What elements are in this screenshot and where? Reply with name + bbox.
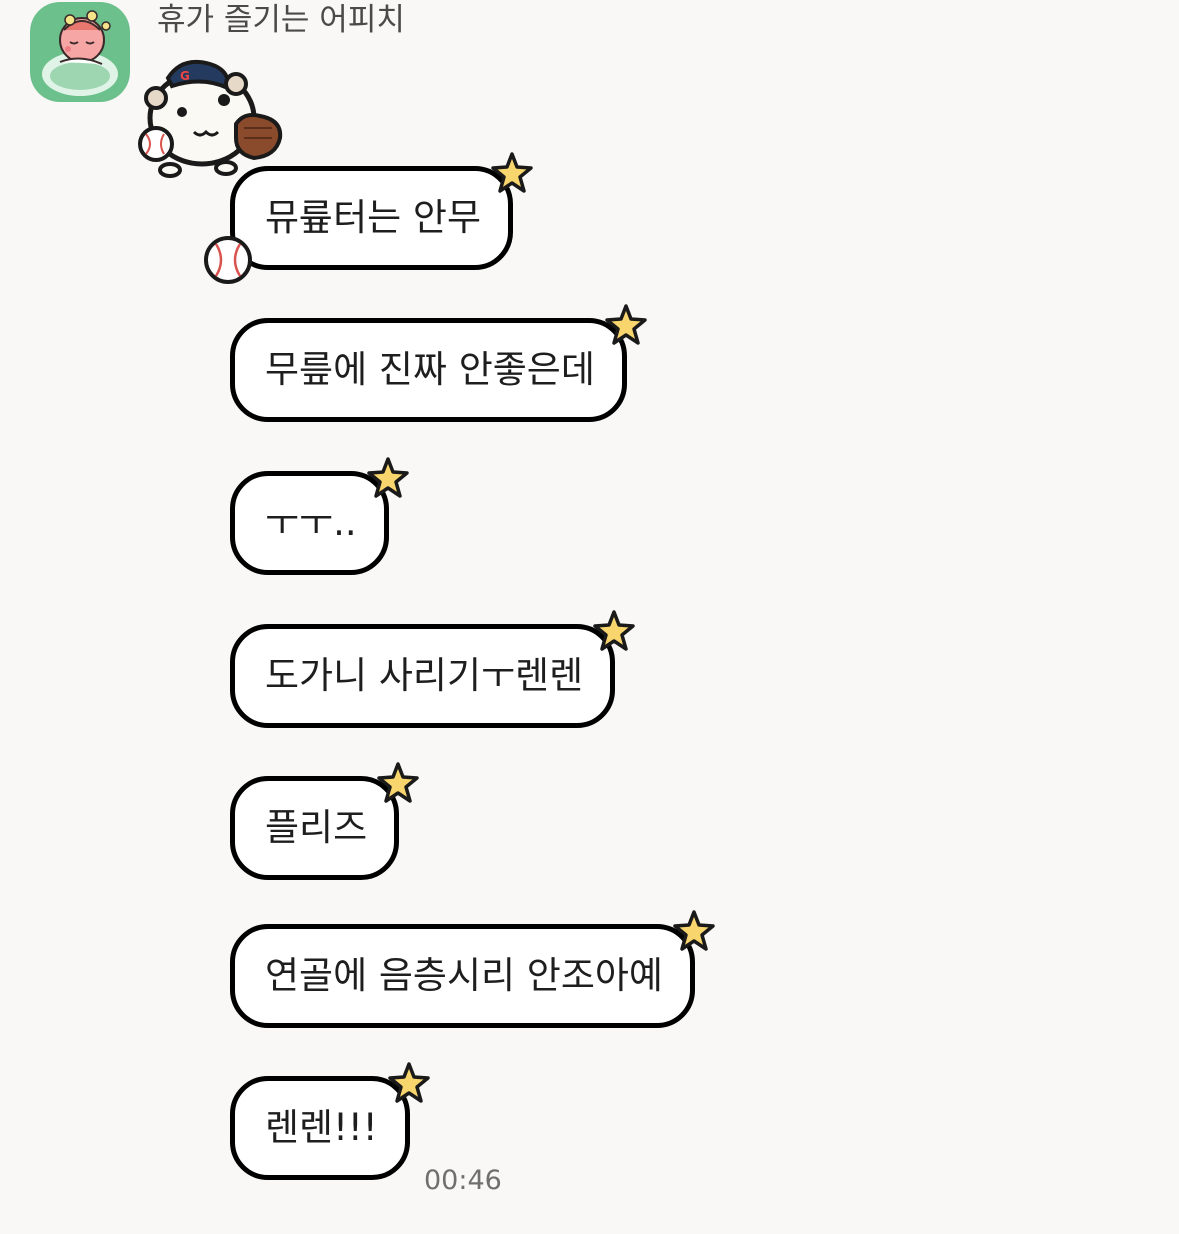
chat-screen: 휴가 즐기는 어피치 G 뮤륲터는 안무 무릎에 진짜 안좋은데 ㅜㅜ.. 도가… xyxy=(0,0,1179,1234)
sender-name[interactable]: 휴가 즐기는 어피치 xyxy=(157,0,405,40)
star-icon xyxy=(366,457,409,498)
star-icon xyxy=(673,910,715,951)
message-bubble[interactable]: ㅜㅜ.. xyxy=(230,457,409,575)
star-icon xyxy=(377,762,419,803)
star-icon xyxy=(605,304,647,345)
sender-avatar[interactable] xyxy=(30,2,130,102)
star-icon xyxy=(491,152,533,193)
message-text: 도가니 사리기ㅜ렌렌 xyxy=(265,654,584,697)
message-timestamp: 00:46 xyxy=(424,1165,502,1196)
message-bubble[interactable]: 연골에 음층시리 안조아예 xyxy=(230,910,715,1028)
message-text: 플리즈 xyxy=(265,806,368,849)
message-text: 무릎에 진짜 안좋은데 xyxy=(265,348,595,391)
message-text: 렌렌!!! xyxy=(265,1106,378,1149)
baseball-hamster-icon: G xyxy=(138,59,283,178)
baseball-hamster-sticker: G xyxy=(132,58,292,182)
baseball-icon xyxy=(204,236,252,284)
message-bubble[interactable]: 도가니 사리기ㅜ렌렌 xyxy=(230,610,635,728)
message-text: 연골에 음층시리 안조아예 xyxy=(265,954,663,997)
star-icon xyxy=(593,610,635,651)
message-text: 뮤륲터는 안무 xyxy=(265,196,482,239)
message-bubble[interactable]: 무릎에 진짜 안좋은데 xyxy=(230,304,647,422)
message-bubble[interactable]: 플리즈 xyxy=(230,762,419,880)
apeach-profile-icon xyxy=(30,2,130,102)
svg-text:G: G xyxy=(180,69,190,83)
message-bubble[interactable]: 뮤륲터는 안무 xyxy=(230,152,533,270)
star-icon xyxy=(387,1062,430,1103)
message-text: ㅜㅜ.. xyxy=(265,501,357,544)
message-bubble[interactable]: 렌렌!!! xyxy=(230,1062,430,1180)
